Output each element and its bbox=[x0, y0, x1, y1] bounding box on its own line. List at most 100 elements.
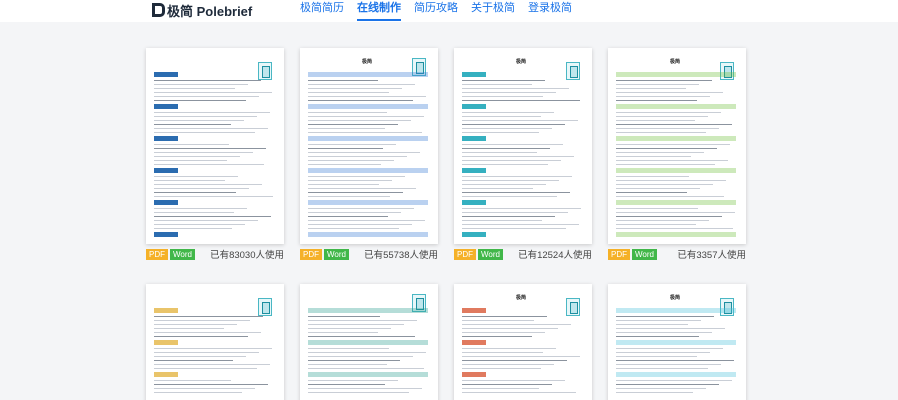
resume-section-header bbox=[154, 104, 178, 109]
pdf-badge: PDF bbox=[146, 248, 168, 260]
resume-text-line bbox=[462, 332, 545, 333]
resume-text-line bbox=[462, 388, 539, 389]
resume-text-line bbox=[308, 320, 417, 321]
resume-thumbnail[interactable] bbox=[146, 48, 284, 244]
nav-item-online-create[interactable]: 在线制作 bbox=[357, 0, 401, 21]
resume-text-line bbox=[308, 336, 415, 337]
resume-thumbnail[interactable]: 极简 bbox=[454, 48, 592, 244]
resume-text-line bbox=[462, 88, 569, 89]
resume-text-line bbox=[308, 316, 380, 317]
resume-text-line bbox=[154, 196, 273, 197]
resume-text-line bbox=[308, 156, 407, 157]
resume-section-header bbox=[154, 232, 178, 237]
pdf-badge: PDF bbox=[454, 248, 476, 260]
resume-text-line bbox=[308, 324, 404, 325]
resume-text-line bbox=[616, 216, 722, 217]
resume-text-line bbox=[616, 80, 712, 81]
word-badge: Word bbox=[170, 248, 195, 260]
resume-section-header bbox=[462, 232, 486, 237]
usage-count: 已有12524人使用 bbox=[518, 250, 592, 261]
resume-text-line bbox=[308, 212, 401, 213]
resume-text-line bbox=[154, 120, 244, 121]
resume-text-line bbox=[154, 84, 248, 85]
resume-text-line bbox=[154, 100, 246, 101]
resume-thumbnail[interactable] bbox=[300, 284, 438, 400]
resume-section-header bbox=[462, 168, 486, 173]
resume-text-line bbox=[462, 188, 533, 189]
template-meta: PDF Word 已有83030人使用 bbox=[146, 248, 284, 261]
resume-text-line bbox=[154, 124, 231, 125]
resume-section-header bbox=[154, 200, 178, 205]
brand-logo[interactable]: 极简 Polebrief bbox=[152, 2, 252, 19]
resume-text-line bbox=[308, 112, 387, 113]
resume-section-header bbox=[308, 136, 428, 141]
resume-text-line bbox=[308, 116, 424, 117]
resume-text-line bbox=[308, 192, 403, 193]
resume-text-line bbox=[308, 184, 379, 185]
nav-item-login[interactable]: 登录极简 bbox=[528, 0, 572, 21]
resume-section-header bbox=[308, 104, 428, 109]
resume-photo-icon bbox=[566, 62, 580, 80]
resume-text-line bbox=[308, 128, 385, 129]
resume-text-line bbox=[154, 176, 238, 177]
resume-text-line bbox=[616, 132, 706, 133]
resume-text-line bbox=[616, 92, 723, 93]
resume-text-line bbox=[462, 176, 572, 177]
resume-text-line bbox=[616, 196, 724, 197]
resume-text-line bbox=[616, 380, 732, 381]
resume-section-header bbox=[616, 168, 736, 173]
resume-text-line bbox=[462, 164, 548, 165]
resume-thumbnail[interactable] bbox=[146, 284, 284, 400]
word-badge: Word bbox=[632, 248, 657, 260]
resume-text-line bbox=[462, 132, 539, 133]
resume-text-line bbox=[616, 316, 714, 317]
resume-text-line bbox=[308, 220, 425, 221]
resume-text-line bbox=[616, 124, 732, 125]
resume-text-line bbox=[154, 116, 257, 117]
resume-section-header bbox=[616, 232, 736, 237]
resume-section-header bbox=[154, 136, 178, 141]
resume-thumbnail[interactable]: 极简 bbox=[608, 48, 746, 244]
resume-text-line bbox=[462, 212, 568, 213]
resume-text-line bbox=[462, 352, 543, 353]
nav-item-jijian-resume[interactable]: 极简简历 bbox=[300, 0, 344, 21]
resume-section-header bbox=[462, 340, 486, 345]
resume-text-line bbox=[154, 144, 229, 145]
resume-thumbnail[interactable]: 极简 bbox=[608, 284, 746, 400]
resume-text-line bbox=[462, 380, 565, 381]
resume-photo-icon bbox=[720, 62, 734, 80]
resume-thumbnail[interactable]: 极简 bbox=[454, 284, 592, 400]
nav-item-about[interactable]: 关于极简 bbox=[471, 0, 515, 21]
resume-text-line bbox=[462, 336, 532, 337]
resume-text-line bbox=[154, 112, 270, 113]
resume-text-line bbox=[616, 364, 721, 365]
resume-text-line bbox=[616, 176, 689, 177]
top-navigation-bar: 极简 Polebrief 极简简历 在线制作 简历攻略 关于极简 登录极简 bbox=[0, 0, 898, 22]
template-meta: PDF Word 已有3357人使用 bbox=[608, 248, 746, 261]
resume-text-line bbox=[616, 332, 712, 333]
resume-text-line bbox=[154, 348, 272, 349]
resume-text-line bbox=[154, 364, 270, 365]
resume-text-line bbox=[308, 328, 391, 329]
resume-text-line bbox=[616, 208, 698, 209]
resume-text-line bbox=[308, 224, 412, 225]
resume-text-line bbox=[154, 152, 253, 153]
resume-text-line bbox=[308, 208, 414, 209]
resume-text-line bbox=[616, 100, 697, 101]
resume-text-line bbox=[616, 212, 735, 213]
resume-name-text: 极简 bbox=[516, 59, 527, 65]
resume-text-line bbox=[154, 156, 240, 157]
resume-section-header bbox=[308, 232, 428, 237]
resume-text-line bbox=[616, 144, 730, 145]
main-nav: 极简简历 在线制作 简历攻略 关于极简 登录极简 bbox=[300, 0, 572, 21]
resume-text-line bbox=[462, 216, 555, 217]
resume-text-line bbox=[462, 356, 580, 357]
resume-thumbnail[interactable]: 极简 bbox=[300, 48, 438, 244]
resume-text-line bbox=[616, 384, 719, 385]
nav-item-resume-guide[interactable]: 简历攻略 bbox=[414, 0, 458, 21]
resume-text-line bbox=[462, 124, 565, 125]
resume-section-header bbox=[154, 168, 178, 173]
resume-text-line bbox=[616, 160, 728, 161]
usage-count: 已有3357人使用 bbox=[677, 250, 746, 261]
pdf-badge: PDF bbox=[300, 248, 322, 260]
